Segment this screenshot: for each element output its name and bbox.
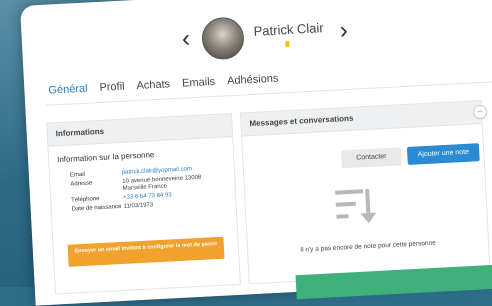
messages-panel: Messages et conversations − Contacter Aj… bbox=[239, 99, 491, 285]
previous-person-icon[interactable]: ‹ bbox=[181, 25, 190, 52]
tab-achats[interactable]: Achats bbox=[136, 78, 171, 100]
informations-panel: Informations Information sur la personne… bbox=[46, 113, 241, 295]
person-info-subtitle: Information sur la personne bbox=[56, 150, 155, 165]
avatar bbox=[200, 16, 246, 61]
app-window: ‹ Patrick Clair › Général Profil Achats … bbox=[20, 0, 492, 306]
add-note-button[interactable]: Ajouter une note bbox=[406, 143, 480, 165]
send-invite-button[interactable]: Envoyer un email invitant à configurer l… bbox=[67, 236, 225, 267]
tab-emails[interactable]: Emails bbox=[182, 76, 216, 98]
next-person-icon[interactable]: › bbox=[339, 17, 348, 44]
info-key: Email bbox=[69, 171, 86, 179]
tab-general[interactable]: Général bbox=[48, 83, 88, 105]
info-key: Adresse bbox=[70, 180, 93, 188]
empty-notes-message: Il n'y a pas encore de note pour cette p… bbox=[300, 239, 436, 254]
informations-panel-title: Informations bbox=[47, 114, 233, 147]
status-indicator bbox=[285, 40, 290, 48]
info-key: Date de naissance bbox=[71, 203, 122, 213]
person-name: Patrick Clair bbox=[253, 20, 325, 39]
tab-profil[interactable]: Profil bbox=[99, 81, 125, 102]
empty-notes-icon bbox=[335, 188, 377, 224]
tab-adhesions[interactable]: Adhésions bbox=[227, 73, 279, 96]
person-info-table: Email patrick.clair@yopmail.com Adresse … bbox=[70, 165, 224, 216]
collapse-icon[interactable]: − bbox=[472, 104, 488, 120]
contact-button[interactable]: Contacter bbox=[340, 147, 402, 169]
messages-panel-title: Messages et conversations bbox=[240, 101, 482, 137]
info-key: Téléphone bbox=[71, 196, 100, 204]
